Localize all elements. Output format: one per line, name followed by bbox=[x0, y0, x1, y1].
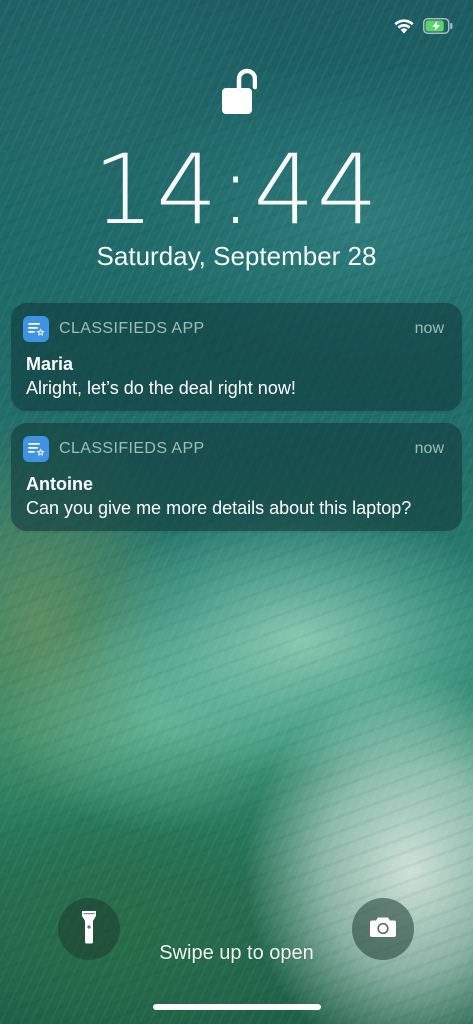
notification-title: Maria bbox=[26, 354, 74, 374]
notification-header: CLASSIFIEDS APP now bbox=[23, 316, 444, 342]
notification-body: Alright, let’s do the deal right now! bbox=[26, 378, 296, 398]
battery-charging-icon bbox=[423, 18, 453, 34]
notification-card[interactable]: CLASSIFIEDS APP now Antoine Can you give… bbox=[11, 423, 462, 531]
notification-time: now bbox=[414, 320, 444, 337]
wifi-icon bbox=[393, 18, 415, 34]
unlocked-padlock-icon bbox=[221, 68, 258, 118]
classifieds-app-icon bbox=[23, 436, 49, 462]
classifieds-app-icon bbox=[23, 316, 49, 342]
notification-app-name: CLASSIFIEDS APP bbox=[59, 440, 205, 457]
lock-screen-date: Saturday, September 28 bbox=[96, 241, 377, 271]
swipe-up-hint: Swipe up to open bbox=[159, 942, 314, 964]
lock-screen-time: 14:44 bbox=[93, 134, 380, 246]
notification-body: Can you give me more details about this … bbox=[26, 498, 412, 518]
camera-icon bbox=[369, 916, 397, 943]
notification-title: Antoine bbox=[26, 474, 93, 494]
notification-card[interactable]: CLASSIFIEDS APP now Maria Alright, let’s… bbox=[11, 303, 462, 411]
notification-app-name: CLASSIFIEDS APP bbox=[59, 320, 205, 337]
notification-time: now bbox=[414, 440, 444, 457]
notification-header: CLASSIFIEDS APP now bbox=[23, 436, 444, 462]
home-indicator[interactable] bbox=[153, 1004, 321, 1010]
status-bar bbox=[393, 18, 453, 34]
